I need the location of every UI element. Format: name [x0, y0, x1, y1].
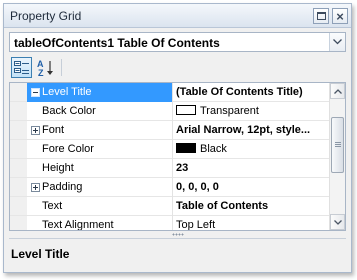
dropdown-arrow-button[interactable] [329, 33, 345, 51]
property-value[interactable]: Top Left [176, 219, 215, 230]
property-row-level-title[interactable]: Level Title (Table Of Contents Title) [10, 83, 329, 102]
column-divider [172, 159, 173, 178]
column-divider [172, 140, 173, 159]
property-name: Height [42, 162, 74, 174]
property-name: Font [42, 124, 65, 136]
chevron-up-icon [333, 88, 342, 94]
thumb-grip [335, 142, 341, 143]
property-value: Black [200, 143, 227, 155]
property-name: Padding [42, 181, 83, 193]
splitter-grip-icon [172, 233, 184, 236]
categorized-icon [14, 60, 29, 74]
property-row-fore-color[interactable]: Fore Color Black [10, 140, 329, 159]
property-value-cell[interactable]: Black [176, 143, 227, 155]
maximize-button[interactable] [313, 8, 329, 24]
svg-text:Z: Z [38, 68, 44, 77]
property-name: Text [42, 200, 63, 212]
color-swatch [176, 105, 196, 115]
panel-title: Property Grid [10, 9, 82, 23]
close-button[interactable]: × [332, 8, 348, 24]
property-name: Back Color [42, 105, 96, 117]
description-splitter[interactable] [9, 232, 346, 237]
toolbar-separator [61, 59, 62, 76]
selected-object-text: tableOfContents1 Table Of Contents [14, 36, 220, 50]
property-value[interactable]: 23 [176, 162, 188, 174]
property-name: Text Alignment [42, 219, 114, 231]
column-divider [172, 121, 173, 140]
property-value[interactable]: Arial Narrow, 12pt, style... [176, 124, 310, 136]
property-value-cell[interactable]: Transparent [176, 105, 259, 117]
property-value[interactable]: (Table Of Contents Title) [176, 86, 303, 98]
scrollbar-thumb[interactable] [331, 117, 344, 173]
expand-icon[interactable] [31, 126, 40, 135]
property-value[interactable]: 0, 0, 0, 0 [176, 181, 219, 193]
thumb-grip [335, 144, 341, 145]
column-divider [172, 102, 173, 121]
property-name: Fore Color [42, 143, 94, 155]
description-title: Level Title [11, 247, 70, 261]
object-selector-dropdown[interactable]: tableOfContents1 Table Of Contents [9, 32, 346, 52]
column-divider [172, 216, 173, 230]
property-row-font[interactable]: Font Arial Narrow, 12pt, style... [10, 121, 329, 140]
chevron-down-icon [333, 219, 342, 225]
scroll-down-button[interactable] [330, 214, 345, 230]
vertical-scrollbar[interactable] [329, 83, 345, 230]
column-divider [172, 197, 173, 216]
property-row-text-alignment[interactable]: Text Alignment Top Left [10, 216, 329, 231]
categorized-view-button[interactable] [11, 57, 32, 78]
property-value[interactable]: Table of Contents [176, 200, 268, 212]
chevron-down-icon [333, 39, 342, 45]
collapse-icon[interactable] [31, 88, 40, 97]
property-row-height[interactable]: Height 23 [10, 159, 329, 178]
alphabetical-view-button[interactable]: A Z [35, 57, 56, 78]
property-row-text[interactable]: Text Table of Contents [10, 197, 329, 216]
property-row-back-color[interactable]: Back Color Transparent [10, 102, 329, 121]
thumb-grip [335, 146, 341, 147]
color-swatch [176, 143, 196, 153]
column-divider [172, 83, 173, 102]
maximize-icon [316, 12, 326, 20]
property-list: Level Title (Table Of Contents Title) Ba… [9, 82, 346, 231]
title-bar: Property Grid × [4, 4, 351, 28]
scroll-up-button[interactable] [330, 83, 345, 99]
sort-alphabetical-icon: A Z [37, 59, 53, 77]
property-row-padding[interactable]: Padding 0, 0, 0, 0 [10, 178, 329, 197]
property-grid-panel: Property Grid × tableOfContents1 Table O… [3, 3, 352, 273]
property-value: Transparent [200, 105, 259, 117]
column-divider [172, 178, 173, 197]
description-panel: Level Title [9, 238, 346, 268]
property-name: Level Title [42, 86, 92, 98]
expand-icon[interactable] [31, 183, 40, 192]
property-grid-toolbar: A Z [9, 56, 346, 80]
close-icon: × [336, 8, 344, 24]
